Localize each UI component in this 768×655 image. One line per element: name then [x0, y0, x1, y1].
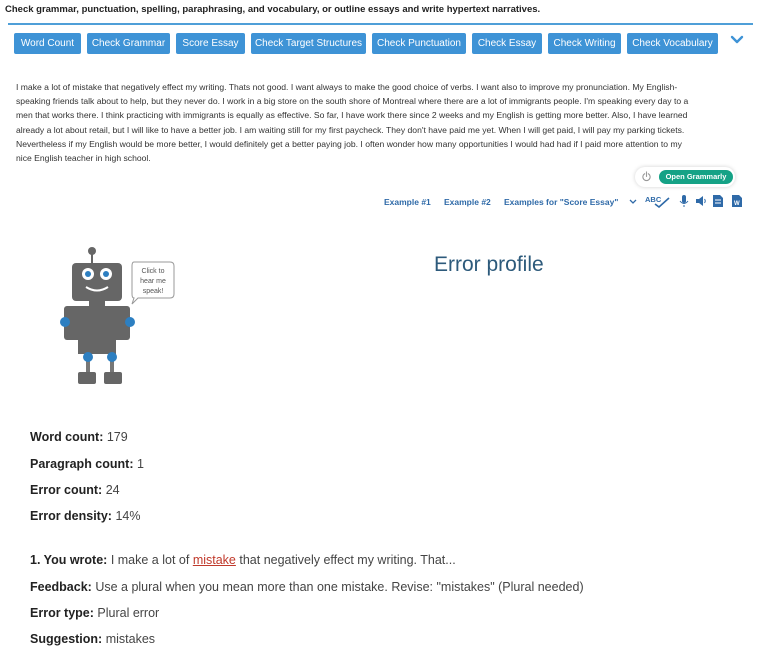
- word-count-stat: Word count: 179: [30, 430, 128, 444]
- essay-line: already a lot about retail, but I will l…: [16, 124, 685, 135]
- section-divider: [0, 213, 768, 225]
- bubble-line: speak!: [143, 288, 164, 295]
- tool-panel: Check grammar, punctuation, spelling, pa…: [0, 0, 768, 212]
- error-item-you-wrote: 1. You wrote: I make a lot of mistake th…: [30, 553, 456, 567]
- document-icon[interactable]: [712, 194, 724, 208]
- check-essay-button[interactable]: Check Essay: [472, 33, 542, 54]
- stat-value: 179: [106, 430, 128, 444]
- power-icon[interactable]: [641, 171, 652, 182]
- robot-speaker-icon[interactable]: Click to hear me speak!: [52, 244, 182, 390]
- stat-label: Error density:: [30, 509, 112, 523]
- microphone-icon[interactable]: [678, 194, 690, 208]
- open-grammarly-button[interactable]: Open Grammarly: [659, 170, 733, 184]
- error-suggestion: Suggestion: mistakes: [30, 632, 155, 646]
- error-type-value: Plural error: [97, 606, 160, 620]
- word-document-icon[interactable]: W: [731, 194, 743, 208]
- svg-text:ABC: ABC: [645, 195, 662, 204]
- bubble-line: hear me: [140, 278, 166, 285]
- check-writing-button[interactable]: Check Writing: [548, 33, 621, 54]
- example-1-link[interactable]: Example #1: [384, 197, 431, 207]
- stat-value: 24: [105, 483, 120, 497]
- example-2-link[interactable]: Example #2: [444, 197, 491, 207]
- essay-line: Nevertheless if my English would be more…: [16, 138, 682, 149]
- feedback-label: Feedback:: [30, 580, 92, 594]
- check-punctuation-button[interactable]: Check Punctuation: [372, 33, 466, 54]
- score-essay-examples-link[interactable]: Examples for "Score Essay": [504, 197, 618, 207]
- stat-value: 14%: [115, 509, 141, 523]
- chevron-down-icon[interactable]: [729, 32, 745, 48]
- word-count-button[interactable]: Word Count: [14, 33, 81, 54]
- stat-label: Paragraph count:: [30, 457, 134, 471]
- instructions-text: Check grammar, punctuation, spelling, pa…: [5, 4, 541, 15]
- error-feedback: Feedback: Use a plural when you mean mor…: [30, 580, 584, 594]
- error-context-after: that negatively effect my writing. That.…: [239, 553, 456, 567]
- suggestion-label: Suggestion:: [30, 632, 103, 646]
- stat-label: Word count:: [30, 430, 104, 444]
- error-type: Error type: Plural error: [30, 606, 159, 620]
- score-essay-button[interactable]: Score Essay: [176, 33, 245, 54]
- feedback-text: Use a plural when you mean more than one…: [95, 580, 584, 594]
- suggestion-value[interactable]: mistakes: [106, 632, 155, 646]
- check-grammar-button[interactable]: Check Grammar: [87, 33, 170, 54]
- error-density-stat: Error density: 14%: [30, 509, 140, 523]
- examples-dropdown-icon[interactable]: [629, 198, 637, 206]
- error-count-stat: Error count: 24: [30, 483, 120, 497]
- speaker-icon[interactable]: [695, 194, 707, 208]
- stat-label: Error count:: [30, 483, 103, 497]
- spellcheck-icon[interactable]: ABC: [645, 194, 671, 208]
- paragraph-count-stat: Paragraph count: 1: [30, 457, 144, 471]
- stat-value: 1: [136, 457, 144, 471]
- check-vocabulary-button[interactable]: Check Vocabulary: [627, 33, 718, 54]
- bubble-line: Click to: [142, 268, 165, 275]
- error-number-label: 1. You wrote:: [30, 553, 108, 567]
- error-word[interactable]: mistake: [193, 553, 236, 567]
- error-type-label: Error type:: [30, 606, 94, 620]
- grammarly-widget: Open Grammarly: [635, 167, 735, 187]
- error-context-before: I make a lot of: [110, 553, 190, 567]
- error-profile-title: Error profile: [434, 253, 544, 276]
- essay-line: I make a lot of mistake that negatively …: [16, 82, 678, 92]
- toolbar: Word Count Check Grammar Score Essay Che…: [8, 23, 753, 62]
- essay-line: speaking friends talk about to help, but…: [16, 96, 689, 107]
- svg-text:W: W: [734, 201, 740, 207]
- essay-line: men that works there. I think practicing…: [16, 110, 688, 121]
- essay-line: nice English teacher in high school.: [16, 153, 151, 164]
- check-target-structures-button[interactable]: Check Target Structures: [251, 33, 366, 54]
- essay-text-area[interactable]: I make a lot of mistake that negatively …: [16, 80, 741, 165]
